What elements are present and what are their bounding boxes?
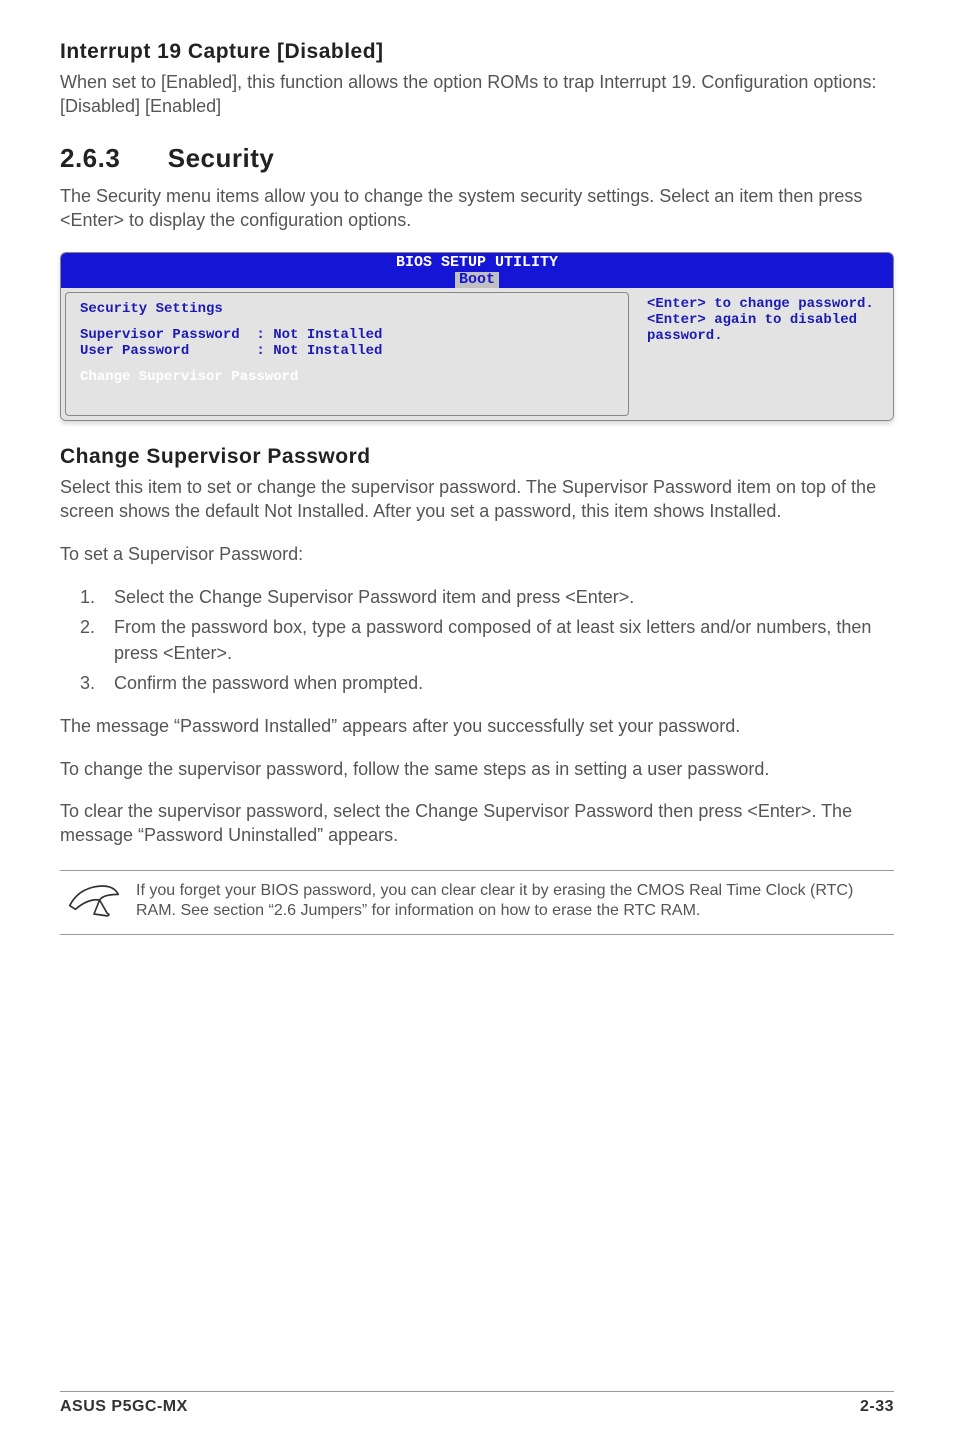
bios-screenshot: BIOS SETUP UTILITY Boot Security Setting…	[60, 252, 894, 421]
bios-left-pane: Security Settings Supervisor Password : …	[65, 292, 629, 416]
heading-interrupt-19: Interrupt 19 Capture [Disabled]	[60, 40, 894, 64]
bios-help-pane: <Enter> to change password. <Enter> agai…	[633, 288, 893, 420]
bios-change-supervisor-item: Change Supervisor Password	[80, 369, 614, 385]
change-sup-p1: Select this item to set or change the su…	[60, 475, 894, 524]
page-footer: ASUS P5GC-MX 2-33	[60, 1391, 894, 1416]
bios-active-tab: Boot	[455, 272, 499, 289]
steps-list: Select the Change Supervisor Password it…	[100, 584, 894, 696]
footer-page-number: 2-33	[860, 1398, 894, 1416]
step-1: Select the Change Supervisor Password it…	[100, 584, 894, 610]
change-sup-p2: To set a Supervisor Password:	[60, 542, 894, 566]
bios-body: Security Settings Supervisor Password : …	[61, 288, 893, 420]
note-box: If you forget your BIOS password, you ca…	[60, 870, 894, 935]
bios-title: BIOS SETUP UTILITY	[396, 254, 558, 271]
bios-supervisor-row: Supervisor Password : Not Installed	[80, 327, 614, 343]
heading-security: 2.6.3 Security	[60, 143, 894, 174]
note-icon	[60, 881, 118, 924]
section-number: 2.6.3	[60, 143, 160, 174]
change-sup-p4: To change the supervisor password, follo…	[60, 757, 894, 781]
bios-user-row: User Password : Not Installed	[80, 343, 614, 359]
footer-product: ASUS P5GC-MX	[60, 1398, 188, 1416]
change-sup-p5: To clear the supervisor password, select…	[60, 799, 894, 848]
heading-change-supervisor: Change Supervisor Password	[60, 445, 894, 469]
change-sup-p3: The message “Password Installed” appears…	[60, 714, 894, 738]
body-security: The Security menu items allow you to cha…	[60, 184, 894, 233]
section-title: Security	[168, 143, 275, 173]
bios-help-text: <Enter> to change password. <Enter> agai…	[647, 296, 879, 344]
body-interrupt-19: When set to [Enabled], this function all…	[60, 70, 894, 119]
step-2: From the password box, type a password c…	[100, 614, 894, 666]
bios-titlebar: BIOS SETUP UTILITY Boot	[61, 253, 893, 288]
step-3: Confirm the password when prompted.	[100, 670, 894, 696]
note-text: If you forget your BIOS password, you ca…	[136, 881, 894, 923]
bios-security-settings-header: Security Settings	[80, 301, 614, 317]
